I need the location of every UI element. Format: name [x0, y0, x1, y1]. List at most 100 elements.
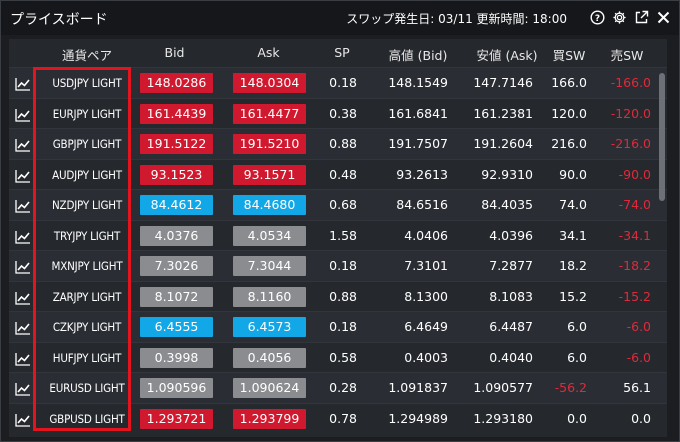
currency-pair: GBPUSD LIGHT [49, 411, 125, 426]
sell-swap: -34.1 [618, 227, 651, 243]
ask-price[interactable]: 84.4680 [233, 195, 306, 215]
bid-price[interactable]: 191.5122 [140, 134, 213, 154]
currency-pair: NZDJPY LIGHT [52, 198, 122, 212]
buy-swap: 6.0 [567, 319, 587, 334]
bid-price[interactable]: 0.3998 [140, 347, 213, 368]
high-bid: 93.2613 [396, 166, 448, 182]
header-buy-sw[interactable]: 買SW [545, 45, 593, 64]
close-icon[interactable] [655, 9, 671, 25]
spread: 0.38 [329, 105, 357, 121]
high-bid: 148.1549 [388, 75, 448, 90]
ask-price[interactable]: 1.293799 [233, 408, 306, 429]
chart-icon[interactable] [15, 381, 31, 396]
low-ask: 161.2381 [473, 105, 533, 121]
buy-swap: 120.0 [551, 105, 587, 121]
table-row[interactable]: USDJPY LIGHT 148.0286 148.0304 0.18 148.1549… [9, 67, 667, 98]
bid-price[interactable]: 6.4555 [140, 317, 213, 337]
low-ask: 84.4035 [481, 197, 533, 212]
spread: 0.18 [329, 319, 357, 334]
header-high[interactable]: 高値 (Bid) [375, 45, 461, 64]
bid-price[interactable]: 161.4439 [140, 103, 213, 124]
high-bid: 4.0406 [404, 227, 448, 243]
ask-price[interactable]: 0.4056 [233, 347, 306, 368]
table-row[interactable]: GBPJPY LIGHT 191.5122 191.5210 0.88 191.7507… [9, 128, 667, 159]
chart-icon[interactable] [15, 290, 31, 305]
low-ask: 7.2877 [489, 258, 533, 273]
high-bid: 0.4003 [404, 349, 448, 365]
window-title: プライスボード [10, 12, 108, 28]
header-sp[interactable]: SP [317, 45, 367, 60]
spread: 0.18 [329, 258, 357, 273]
buy-swap: 15.2 [559, 288, 587, 304]
title-bar[interactable]: プライスボード スワップ発生日: 03/11 更新時間: 18:00 ? [1, 1, 679, 35]
chart-icon[interactable] [15, 320, 31, 335]
bid-price[interactable]: 1.293721 [140, 408, 213, 429]
ask-price[interactable]: 1.090624 [233, 378, 306, 398]
spread: 0.48 [329, 166, 357, 182]
scrollbar-thumb[interactable] [659, 73, 665, 201]
table-row[interactable]: EURUSD LIGHT 1.090596 1.090624 0.28 1.091837… [9, 372, 667, 403]
header-pair[interactable]: 通貨ペア [41, 45, 133, 64]
ask-price[interactable]: 6.4573 [233, 317, 306, 337]
price-table: 通貨ペア Bid Ask SP 高値 (Bid) 安値 (Ask) 買SW 売S… [9, 39, 667, 437]
bid-price[interactable]: 8.1072 [140, 286, 213, 307]
bid-price[interactable]: 7.3026 [140, 256, 213, 276]
table-row[interactable]: EURJPY LIGHT 161.4439 161.4477 0.38 161.6841… [9, 97, 667, 129]
ask-price[interactable]: 161.4477 [233, 103, 306, 124]
table-row[interactable]: HUFJPY LIGHT 0.3998 0.4056 0.58 0.4003 0.4040… [9, 341, 667, 373]
header-ask[interactable]: Ask [231, 45, 306, 60]
chart-icon[interactable] [15, 137, 31, 152]
bid-price[interactable]: 148.0286 [140, 73, 213, 93]
high-bid: 1.294989 [388, 410, 448, 426]
low-ask: 6.4487 [489, 319, 533, 334]
header-bid[interactable]: Bid [137, 45, 212, 60]
spread: 0.78 [329, 410, 357, 426]
chart-icon[interactable] [15, 229, 31, 244]
bid-price[interactable]: 4.0376 [140, 225, 213, 246]
ask-price[interactable]: 93.1571 [233, 164, 306, 185]
sell-swap: -74.0 [618, 197, 651, 212]
popout-icon[interactable] [633, 9, 649, 25]
header-sell-sw[interactable]: 売SW [597, 45, 657, 64]
sell-swap: -6.0 [626, 319, 651, 334]
bid-price[interactable]: 1.090596 [140, 378, 213, 398]
gear-icon[interactable] [611, 9, 627, 25]
table-row[interactable]: ZARJPY LIGHT 8.1072 8.1160 0.88 8.1300 8.1083… [9, 280, 667, 312]
chart-icon[interactable] [15, 198, 31, 213]
low-ask: 1.090577 [473, 380, 533, 395]
table-row[interactable]: TRYJPY LIGHT 4.0376 4.0534 1.58 4.0406 4.0396… [9, 219, 667, 251]
table-row[interactable]: CZKJPY LIGHT 6.4555 6.4573 0.18 6.4649 6.4487… [9, 311, 667, 342]
chart-icon[interactable] [15, 168, 31, 183]
table-row[interactable]: AUDJPY LIGHT 93.1523 93.1571 0.48 93.2613 92.… [9, 158, 667, 190]
currency-pair: HUFJPY LIGHT [52, 350, 122, 365]
high-bid: 6.4649 [404, 319, 448, 334]
chart-icon[interactable] [15, 412, 31, 427]
chart-icon[interactable] [15, 107, 31, 122]
header-low[interactable]: 安値 (Ask) [461, 45, 553, 64]
buy-swap: 216.0 [551, 136, 587, 151]
ask-price[interactable]: 7.3044 [233, 256, 306, 276]
high-bid: 8.1300 [404, 288, 448, 304]
chart-icon[interactable] [15, 76, 31, 91]
ask-price[interactable]: 191.5210 [233, 134, 306, 154]
low-ask: 147.7146 [473, 75, 533, 90]
high-bid: 1.091837 [388, 380, 448, 395]
chart-icon[interactable] [15, 259, 31, 274]
table-row[interactable]: MXNJPY LIGHT 7.3026 7.3044 0.18 7.3101 7.2877… [9, 250, 667, 281]
low-ask: 1.293180 [473, 410, 533, 426]
chart-icon[interactable] [15, 351, 31, 366]
currency-pair: CZKJPY LIGHT [52, 320, 122, 334]
buy-swap: 34.1 [559, 227, 587, 243]
bid-price[interactable]: 84.4612 [140, 195, 213, 215]
bid-price[interactable]: 93.1523 [140, 164, 213, 185]
table-row[interactable]: NZDJPY LIGHT 84.4612 84.4680 0.68 84.6516 84.… [9, 189, 667, 220]
ask-price[interactable]: 4.0534 [233, 225, 306, 246]
table-row[interactable]: GBPUSD LIGHT 1.293721 1.293799 0.78 1.294989… [9, 402, 667, 434]
table-header: 通貨ペア Bid Ask SP 高値 (Bid) 安値 (Ask) 買SW 売S… [9, 39, 667, 67]
ask-price[interactable]: 148.0304 [233, 73, 306, 93]
help-icon[interactable]: ? [589, 9, 605, 25]
sell-swap: -216.0 [610, 136, 651, 151]
spread: 0.88 [329, 288, 357, 304]
ask-price[interactable]: 8.1160 [233, 286, 306, 307]
low-ask: 0.4040 [489, 349, 533, 365]
